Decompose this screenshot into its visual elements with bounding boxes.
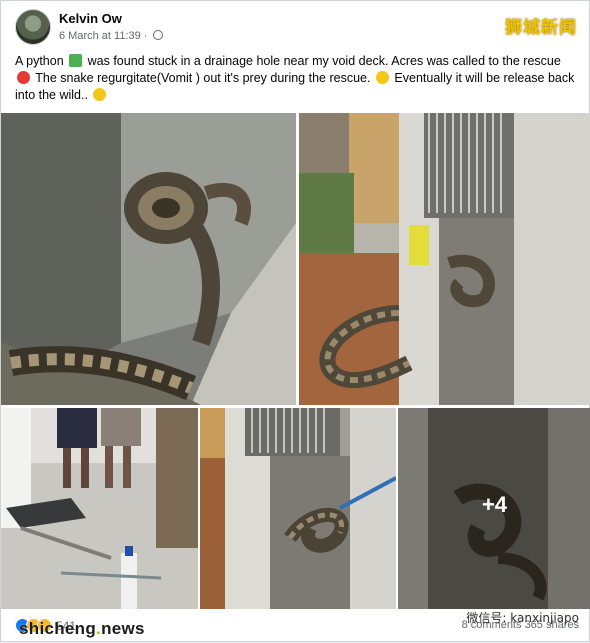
photo-void-deck-people[interactable] (1, 408, 198, 609)
photo-2-graphic (299, 113, 590, 405)
python-emoji-icon (69, 54, 83, 67)
caption-part-3: The snake regurgitate(Vomit ) out it's p… (35, 71, 371, 85)
post-caption: A python was found stuck in a drainage h… (15, 53, 581, 104)
facebook-post: Kelvin Ow 6 March at 11:39 · 狮城新闻 A pytho… (0, 0, 590, 642)
watermark-bottom-left-b: news (101, 619, 145, 638)
photo-4-graphic (200, 408, 396, 609)
watermark-bottom-left-a: shicheng (19, 619, 97, 638)
more-photos-count[interactable]: +4 (398, 492, 590, 518)
photo-grid: +4 (1, 113, 590, 609)
photo-python-in-drain[interactable] (1, 113, 296, 405)
watermark-bottom-left: shicheng.news (19, 619, 145, 639)
wow-emoji-icon (375, 71, 389, 84)
post-meta: 6 March at 11:39 · (59, 30, 164, 42)
author-name[interactable]: Kelvin Ow (59, 11, 122, 26)
acres-emoji-icon (17, 71, 30, 84)
photo-more-overlay[interactable]: +4 (398, 408, 590, 609)
watermark-top-right: 狮城新闻 (505, 18, 577, 38)
post-header: Kelvin Ow 6 March at 11:39 · (15, 9, 575, 49)
globe-icon (153, 30, 164, 40)
post-date[interactable]: 6 March at 11:39 (59, 30, 141, 42)
photo-rescue-pole[interactable] (200, 408, 396, 609)
avatar[interactable] (15, 9, 51, 45)
caption-part-1: A python (15, 54, 64, 68)
post-footer: 541 shicheng.news 8 comments 365 shares … (1, 609, 590, 643)
photo-3-graphic (1, 408, 198, 609)
smile-emoji-icon (93, 88, 107, 101)
caption-part-2: was found stuck in a drainage hole near … (87, 54, 561, 68)
photo-1-graphic (1, 113, 296, 405)
separator-dot: · (143, 30, 148, 42)
photo-drain-grating[interactable] (299, 113, 590, 405)
watermark-bottom-right: 微信号: kanxinjiapo (466, 611, 579, 625)
